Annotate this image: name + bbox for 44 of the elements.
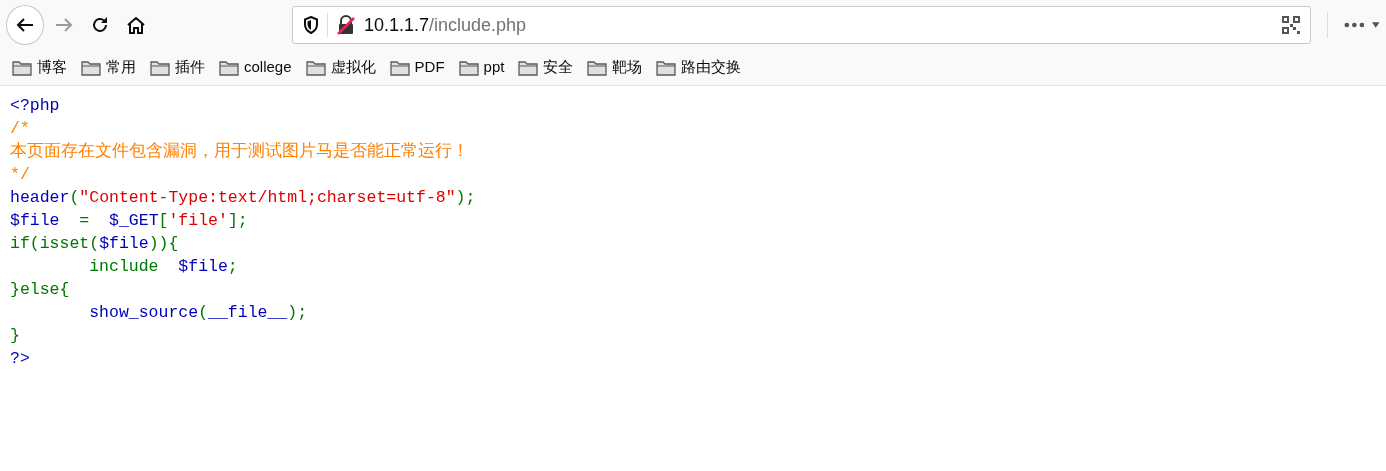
folder-icon: [587, 59, 608, 76]
code-line: /*: [10, 118, 30, 140]
qr-code-icon[interactable]: [1281, 16, 1300, 34]
url-text: 10.1.1.7/include.php: [363, 13, 527, 37]
code-line: $file = $_GET['file'];: [10, 210, 248, 232]
bookmark-folder[interactable]: 常用: [81, 56, 136, 79]
code-line: ?>: [10, 348, 30, 370]
code-line: header("Content-Type:text/html;charset=utf-8");: [10, 187, 476, 209]
bookmark-folder[interactable]: 靶场: [587, 56, 643, 79]
shield-icon: [302, 16, 319, 34]
bookmark-folder[interactable]: 博客: [12, 56, 67, 79]
code-line: include $file;: [88, 256, 238, 278]
folder-icon: [656, 59, 677, 76]
bookmark-folder[interactable]: 安全: [518, 56, 574, 79]
code-line: }else{: [10, 279, 70, 301]
bookmark-folder[interactable]: ppt: [458, 56, 505, 79]
address-bar[interactable]: 10.1.1.7/include.php: [291, 6, 1311, 44]
back-button[interactable]: [6, 5, 44, 45]
folder-icon: [150, 59, 170, 76]
caret-icon[interactable]: [1372, 22, 1380, 28]
more-icon[interactable]: [1343, 22, 1365, 28]
code-line: <?php: [10, 95, 60, 117]
code-line: if(isset($file)){: [10, 233, 179, 255]
bookmark-folder[interactable]: college: [219, 56, 292, 79]
code-line: show_source(__file__);: [88, 302, 308, 324]
bookmark-folder[interactable]: 虚拟化: [305, 56, 376, 79]
folder-icon: [81, 59, 101, 76]
insecure-lock-icon: [335, 15, 356, 35]
code-line: }: [10, 325, 20, 347]
bookmark-folder[interactable]: 路由交换: [656, 56, 742, 79]
forward-arrow-icon: [54, 17, 73, 33]
code-line: 本页面存在文件包含漏洞，用于测试图片马是否能正常运行！: [10, 141, 469, 163]
folder-icon: [305, 59, 326, 76]
folder-icon: [219, 59, 239, 76]
folder-icon: [458, 59, 479, 76]
folder-icon: [389, 59, 410, 76]
bookmark-folder[interactable]: PDF: [389, 56, 445, 79]
code-line: */: [10, 164, 30, 186]
bookmark-folder[interactable]: 插件: [150, 56, 205, 79]
home-icon: [125, 16, 146, 34]
folder-icon: [518, 59, 539, 76]
folder-icon: [12, 59, 32, 76]
reload-icon: [90, 16, 109, 34]
back-arrow-icon: [15, 17, 34, 33]
